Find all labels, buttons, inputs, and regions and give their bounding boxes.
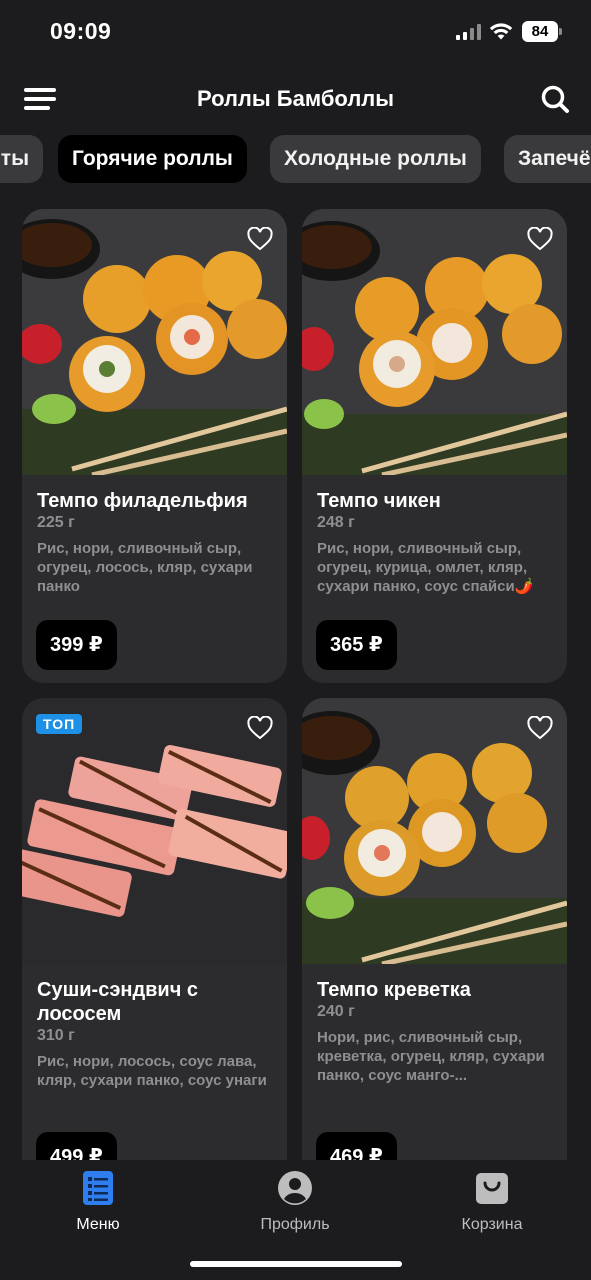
product-card[interactable]: ТОП Суши-сэндвич с лососем 310 г Рис, но… [22, 698, 287, 1160]
status-time: 09:09 [50, 18, 112, 44]
battery-indicator: 84 [522, 21, 562, 42]
product-card[interactable]: Темпо чикен 248 г Рис, нори, сливочный с… [302, 209, 567, 683]
product-weight: 248 г [317, 514, 355, 531]
product-card[interactable]: Темпо креветка 240 г Нори, рис, сливочны… [302, 698, 567, 1160]
product-weight: 240 г [317, 1003, 355, 1020]
wifi-icon [489, 23, 513, 40]
product-info: Темпо чикен 248 г Рис, нори, сливочный с… [317, 489, 557, 596]
product-info: Темпо креветка 240 г Нори, рис, сливочны… [317, 978, 557, 1085]
category-chip[interactable]: Холодные роллы [270, 135, 481, 183]
product-weight: 225 г [37, 514, 75, 531]
product-name: Темпо филадельфия [37, 490, 248, 512]
status-bar: 09:09 84 [0, 0, 591, 64]
category-chip[interactable]: ты [0, 135, 43, 183]
price-button[interactable]: 469 ₽ [316, 1132, 397, 1160]
category-chip[interactable]: Запечё [504, 135, 591, 183]
product-description: Рис, нори, сливочный сыр, огурец, курица… [317, 540, 534, 595]
cart-bag-icon [476, 1173, 508, 1204]
heart-icon[interactable] [527, 716, 553, 740]
tab-menu[interactable]: Меню [28, 1170, 168, 1234]
product-weight: 310 г [37, 1027, 75, 1044]
menu-list-icon [83, 1171, 113, 1205]
tab-label: Корзина [461, 1216, 523, 1233]
tab-profile[interactable]: Профиль [225, 1170, 365, 1234]
category-tabs: ты Горячие роллы Холодные роллы Запечё [0, 135, 591, 183]
product-description: Рис, нори, сливочный сыр, огурец, лосось… [37, 540, 253, 595]
heart-icon[interactable] [247, 716, 273, 740]
heart-icon[interactable] [247, 227, 273, 251]
tab-label: Профиль [260, 1216, 330, 1233]
product-name: Суши-сэндвич с лососем [37, 979, 199, 1025]
product-name: Темпо креветка [317, 979, 471, 1001]
home-indicator [190, 1261, 402, 1267]
product-description: Рис, нори, лосось, соус лава, кляр, суха… [37, 1053, 267, 1089]
price-button[interactable]: 365 ₽ [316, 620, 397, 670]
product-grid: Темпо филадельфия 225 г Рис, нори, сливо… [0, 209, 591, 1160]
page-title: Роллы Бамболлы [196, 86, 395, 111]
cellular-signal-icon [456, 24, 481, 40]
search-icon[interactable] [540, 84, 570, 114]
product-info: Темпо филадельфия 225 г Рис, нори, сливо… [37, 489, 277, 596]
product-name: Темпо чикен [317, 490, 441, 512]
heart-icon[interactable] [527, 227, 553, 251]
price-button[interactable]: 399 ₽ [36, 620, 117, 670]
product-info: Суши-сэндвич с лососем 310 г Рис, нори, … [37, 978, 277, 1090]
profile-icon [278, 1171, 312, 1205]
product-description: Нори, рис, сливочный сыр, креветка, огур… [317, 1029, 545, 1084]
category-chip-active[interactable]: Горячие роллы [58, 135, 247, 183]
app-header: Роллы Бамболлы [0, 72, 591, 128]
tab-label: Меню [76, 1216, 120, 1233]
price-button[interactable]: 499 ₽ [36, 1132, 117, 1160]
top-badge: ТОП [36, 714, 83, 734]
tab-cart[interactable]: Корзина [422, 1170, 562, 1234]
product-card[interactable]: Темпо филадельфия 225 г Рис, нори, сливо… [22, 209, 287, 683]
